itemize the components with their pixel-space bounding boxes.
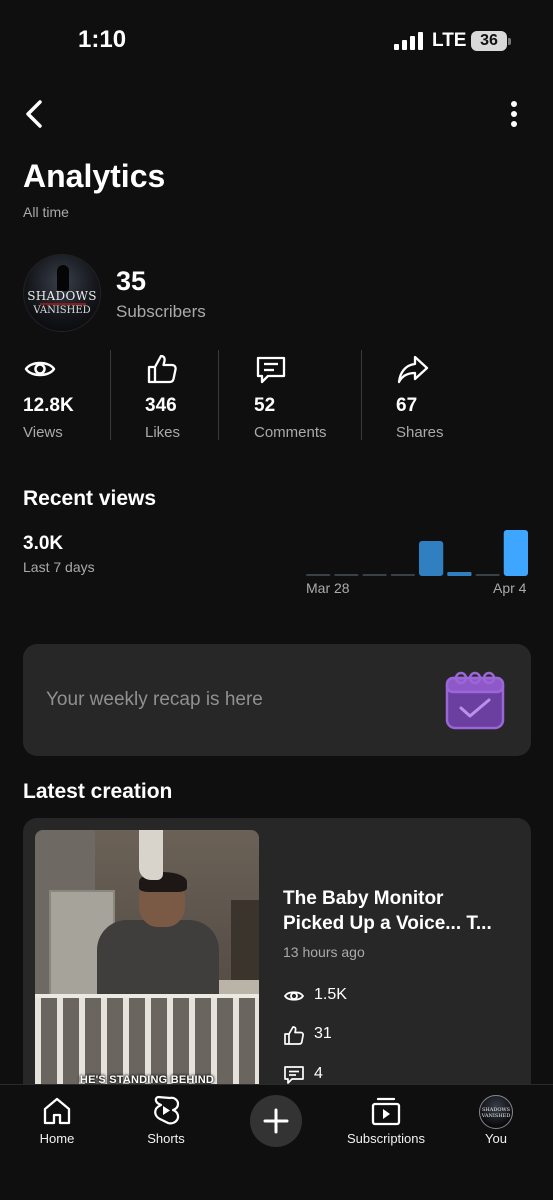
- stat-label: Comments: [254, 424, 327, 441]
- thumbs-up-icon: [284, 1026, 304, 1045]
- stat-label: Views: [23, 424, 63, 441]
- video-likes-value: 31: [314, 1025, 332, 1042]
- nav-label: Home: [39, 1131, 75, 1146]
- chart-bar-mar-30: [362, 574, 387, 576]
- thumb-shelf: [231, 900, 259, 990]
- stat-likes: 346 Likes: [145, 350, 215, 442]
- chart-bar-apr-4: [503, 530, 528, 576]
- nav-you[interactable]: SHADOWS VANISHED You: [446, 1095, 546, 1155]
- nav-shorts[interactable]: Shorts: [116, 1095, 216, 1155]
- page-title: Analytics: [23, 158, 166, 194]
- chart-bar-mar-29: [334, 574, 359, 576]
- stat-shares: 67 Shares: [396, 350, 466, 442]
- weekly-recap-card[interactable]: Your weekly recap is here: [23, 644, 531, 756]
- avatar-figure: [57, 265, 69, 291]
- network-type: LTE: [432, 30, 467, 51]
- bottom-navigation: Home Shorts Subscriptions SHADOWS VANISH…: [0, 1084, 553, 1200]
- you-avatar: SHADOWS VANISHED: [479, 1095, 513, 1129]
- share-icon: [397, 355, 429, 384]
- recent-views-value: 3.0K: [23, 533, 64, 554]
- stat-value: 52: [254, 395, 276, 416]
- subscriber-count: 35: [116, 266, 147, 296]
- video-title-line: Picked Up a Voice... T...: [283, 913, 492, 934]
- period-label: All time: [23, 204, 69, 220]
- stat-divider: [110, 350, 111, 440]
- chart-x-tick-start: Mar 28: [306, 580, 350, 596]
- calendar-check-icon: [445, 671, 505, 730]
- video-title-line: The Baby Monitor: [283, 888, 444, 909]
- stat-label: Likes: [145, 424, 181, 441]
- nav-label: You: [485, 1131, 507, 1146]
- recent-views-period: Last 7 days: [23, 559, 95, 575]
- recent-views-chart[interactable]: [305, 522, 531, 578]
- back-arrow-icon[interactable]: [18, 96, 54, 132]
- channel-avatar: SHADOWS VANISHED: [23, 254, 101, 332]
- nav-label: Subscriptions: [346, 1131, 426, 1146]
- video-views-value: 1.5K: [314, 986, 347, 1003]
- video-thumbnail[interactable]: HE'S STANDING BEHIND: [35, 830, 259, 1118]
- thumb-mobile: [139, 830, 163, 880]
- eye-icon: [283, 991, 305, 1001]
- battery-tip: [508, 38, 511, 45]
- stat-views: 12.8K Views: [23, 350, 103, 442]
- avatar-logo-text-2: VANISHED: [33, 305, 91, 316]
- comment-icon: [256, 356, 286, 384]
- stat-value: 12.8K: [23, 395, 74, 416]
- status-bar: 1:10 LTE 36: [0, 0, 553, 80]
- home-icon: [43, 1097, 71, 1125]
- video-comments-value: 4: [314, 1065, 323, 1082]
- chart-bar-apr-3: [475, 574, 500, 576]
- stat-comments: 52 Comments: [254, 350, 354, 442]
- stat-divider: [218, 350, 219, 440]
- stat-value: 346: [145, 395, 177, 416]
- chart-bar-mar-31: [390, 574, 415, 576]
- latest-creation-card[interactable]: HE'S STANDING BEHIND The Baby Monitor Pi…: [23, 818, 531, 1118]
- chart-bar-mar-28: [306, 574, 331, 576]
- video-published-time: 13 hours ago: [283, 944, 365, 960]
- subscriber-label: Subscribers: [116, 302, 206, 321]
- stat-label: Shares: [396, 424, 444, 441]
- battery-icon: 36: [471, 31, 507, 51]
- thumbs-up-icon: [147, 354, 177, 384]
- latest-creation-title: Latest creation: [23, 780, 173, 803]
- comment-icon: [284, 1066, 304, 1084]
- chart-bar-apr-1: [419, 541, 444, 576]
- signal-icon: [394, 32, 423, 50]
- avatar-logo-text: SHADOWS: [27, 289, 97, 303]
- status-time: 1:10: [78, 26, 127, 53]
- nav-label: Shorts: [147, 1131, 185, 1146]
- weekly-recap-text: Your weekly recap is here: [46, 689, 263, 710]
- you-avatar-text: SHADOWS VANISHED: [481, 1107, 511, 1119]
- video-title[interactable]: The Baby Monitor Picked Up a Voice... T.…: [283, 886, 518, 936]
- create-plus-icon: [263, 1108, 289, 1134]
- chart-x-tick-end: Apr 4: [493, 580, 527, 596]
- stat-divider: [361, 350, 362, 440]
- stat-value: 67: [396, 395, 418, 416]
- chart-bar-apr-2: [447, 571, 472, 576]
- nav-subscriptions[interactable]: Subscriptions: [336, 1095, 436, 1155]
- subscriptions-icon: [371, 1097, 401, 1126]
- nav-home[interactable]: Home: [7, 1095, 107, 1155]
- create-button[interactable]: [250, 1095, 302, 1147]
- more-options-icon[interactable]: [500, 98, 528, 130]
- shorts-icon: [154, 1095, 180, 1125]
- eye-icon: [24, 361, 56, 377]
- recent-views-title: Recent views: [23, 487, 157, 510]
